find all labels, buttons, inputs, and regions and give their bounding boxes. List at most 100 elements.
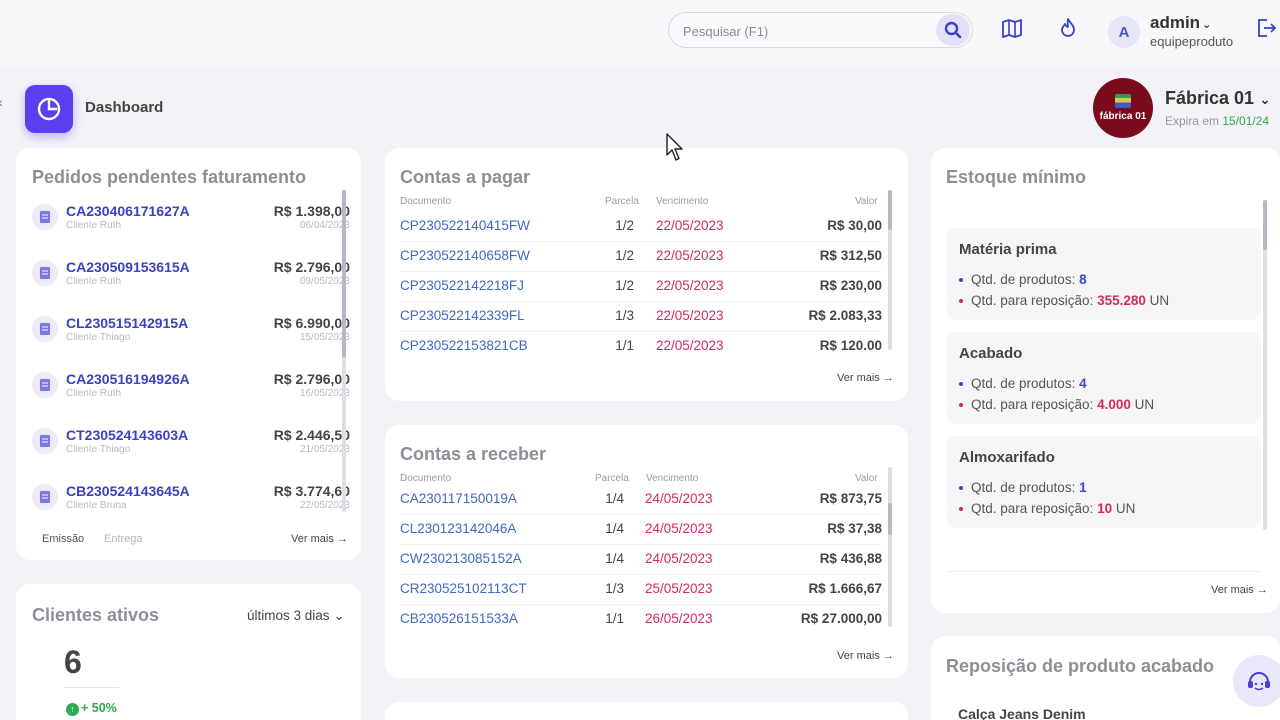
company-selector[interactable]: Fábrica 01 ⌄ (1165, 88, 1271, 109)
row-vencimento: 24/05/2023 (645, 551, 713, 566)
col-documento: Documento (400, 473, 452, 484)
row-documento: CP230522142218FJ (400, 278, 524, 293)
mouse-cursor-icon (666, 133, 683, 161)
company-logo: fábrica 01 (1093, 78, 1153, 138)
expires-date: 15/01/24 (1222, 114, 1270, 128)
ver-mais-link[interactable]: Ver mais → (837, 650, 894, 662)
period-selector[interactable]: últimos 3 dias ⌄ (247, 608, 345, 624)
list-item[interactable]: CA230406171627A Cliente Ruth R$ 1.398,00… (32, 198, 350, 238)
ver-mais-link[interactable]: Ver mais → (1211, 584, 1268, 596)
ver-mais-link[interactable]: Ver mais → (291, 533, 348, 545)
list-item[interactable]: CT230524143603A Cliente Thiago R$ 2.446,… (32, 422, 350, 462)
flame-icon[interactable] (1056, 16, 1080, 40)
group-title: Acabado (959, 345, 1023, 362)
logout-icon[interactable] (1254, 16, 1278, 40)
row-valor: R$ 436,88 (819, 551, 882, 566)
list-item[interactable]: CA230516194926A Cliente Ruth R$ 2.796,00… (32, 366, 350, 406)
user-name[interactable]: admin ⌄ (1150, 13, 1211, 33)
table-row[interactable]: CP230522153821CB 1/1 22/05/2023 R$ 120.0… (385, 338, 908, 368)
repos-value: 355.280 (1097, 293, 1146, 308)
order-client: Cliente Ruth (66, 220, 122, 231)
chevron-down-icon: ⌄ (1202, 19, 1212, 31)
table-row[interactable]: CW230213085152A 1/4 24/05/2023 R$ 436,88 (385, 551, 908, 581)
order-client: Cliente Thiago (66, 444, 131, 455)
row-divider (400, 331, 882, 332)
row-vencimento: 22/05/2023 (656, 308, 724, 323)
order-client: Cliente Thiago (66, 332, 131, 343)
change-value: + 50% (81, 701, 117, 715)
produtos-label: Qtd. de produtos: (971, 272, 1076, 287)
period-label: últimos 3 dias (247, 608, 330, 623)
reposicao-title: Reposição de produto acabado (946, 656, 1215, 676)
list-item[interactable]: CA230509153615A Cliente Ruth R$ 2.796,00… (32, 254, 350, 294)
row-vencimento: 24/05/2023 (645, 521, 713, 536)
repos-label: Qtd. para reposição: (971, 397, 1094, 412)
row-valor: R$ 37,38 (827, 521, 882, 536)
row-divider (400, 544, 882, 545)
estoque-group[interactable]: Acabado Qtd. de produtos: 4 Qtd. para re… (947, 332, 1261, 424)
order-value: R$ 2.446,50 (273, 427, 350, 443)
row-valor: R$ 230,00 (819, 278, 882, 293)
estoque-scrollbar-thumb[interactable] (1263, 200, 1267, 250)
map-icon[interactable] (1000, 16, 1024, 40)
group-reposicao: Qtd. para reposição: 10 UN (959, 501, 1135, 516)
list-item[interactable]: CB230524143645A Cliente Bruna R$ 3.774,6… (32, 478, 350, 518)
order-code: CA230516194926A (66, 371, 190, 387)
reposicao-item[interactable]: Calça Jeans Denim (958, 706, 1086, 720)
arrow-right-icon: → (882, 372, 894, 384)
tab-emissao[interactable]: Emissão (42, 533, 84, 545)
tab-entrega[interactable]: Entrega (104, 533, 143, 545)
document-icon (32, 204, 58, 230)
estoque-group[interactable]: Almoxarifado Qtd. de produtos: 1 Qtd. pa… (947, 436, 1261, 528)
document-icon (32, 428, 58, 454)
table-row[interactable]: CP230522142218FJ 1/2 22/05/2023 R$ 230,0… (385, 278, 908, 308)
order-code: CA230509153615A (66, 259, 190, 275)
row-valor: R$ 873,75 (819, 491, 882, 506)
search-box[interactable] (668, 12, 973, 48)
row-parcela: 1/4 (605, 551, 624, 566)
document-icon (32, 484, 58, 510)
table-row[interactable]: CR230525102113CT 1/3 25/05/2023 R$ 1.666… (385, 581, 908, 611)
row-parcela: 1/1 (605, 611, 624, 626)
order-code: CT230524143603A (66, 427, 189, 443)
arrow-right-icon: → (1256, 584, 1268, 596)
produtos-label: Qtd. de produtos: (971, 376, 1076, 391)
group-reposicao: Qtd. para reposição: 4.000 UN (959, 397, 1154, 412)
pagar-scrollbar-thumb[interactable] (888, 190, 892, 230)
search-button[interactable] (936, 14, 970, 46)
ver-mais-link[interactable]: Ver mais → (837, 372, 894, 384)
col-valor: Valor (855, 473, 878, 484)
row-valor: R$ 120.00 (819, 338, 882, 353)
row-vencimento: 24/05/2023 (645, 491, 713, 506)
row-documento: CP230522153821CB (400, 338, 528, 353)
pedidos-scrollbar-thumb[interactable] (342, 190, 346, 358)
estoque-title: Estoque mínimo (946, 167, 1087, 187)
search-input[interactable] (683, 21, 923, 41)
ver-mais-label: Ver mais (1211, 584, 1254, 596)
table-row[interactable]: CA230117150019A 1/4 24/05/2023 R$ 873,75 (385, 491, 908, 521)
chevron-down-icon: ⌄ (1259, 91, 1271, 107)
table-row[interactable]: CB230526151533A 1/1 26/05/2023 R$ 27.000… (385, 611, 908, 641)
cake-icon (1115, 94, 1131, 108)
row-documento: CP230522142339FL (400, 308, 525, 323)
order-value: R$ 2.796,00 (273, 259, 350, 275)
user-avatar[interactable]: A (1108, 16, 1140, 48)
row-documento: CP230522140658FW (400, 248, 530, 263)
group-produtos: Qtd. de produtos: 4 (959, 376, 1087, 391)
row-divider (400, 301, 882, 302)
table-row[interactable]: CP230522140658FW 1/2 22/05/2023 R$ 312,5… (385, 248, 908, 278)
estoque-card: Estoque mínimo Matéria prima Qtd. de pro… (931, 148, 1280, 613)
receber-scrollbar[interactable] (888, 467, 892, 627)
table-row[interactable]: CP230522140415FW 1/2 22/05/2023 R$ 30,00 (385, 218, 908, 248)
receber-scrollbar-thumb[interactable] (888, 503, 892, 535)
repos-unit: UN (1149, 293, 1170, 308)
table-row[interactable]: CP230522142339FL 1/3 22/05/2023 R$ 2.083… (385, 308, 908, 338)
list-item[interactable]: CL230515142915A Cliente Thiago R$ 6.990,… (32, 310, 350, 350)
row-parcela: 1/3 (615, 308, 634, 323)
collapse-sidebar-icon[interactable]: ‹ (0, 94, 3, 110)
repos-label: Qtd. para reposição: (971, 501, 1094, 516)
help-chat-button[interactable] (1233, 655, 1280, 707)
table-row[interactable]: CL230123142046A 1/4 24/05/2023 R$ 37,38 (385, 521, 908, 551)
group-produtos: Qtd. de produtos: 8 (959, 272, 1087, 287)
estoque-group[interactable]: Matéria prima Qtd. de produtos: 8 Qtd. p… (947, 228, 1261, 320)
